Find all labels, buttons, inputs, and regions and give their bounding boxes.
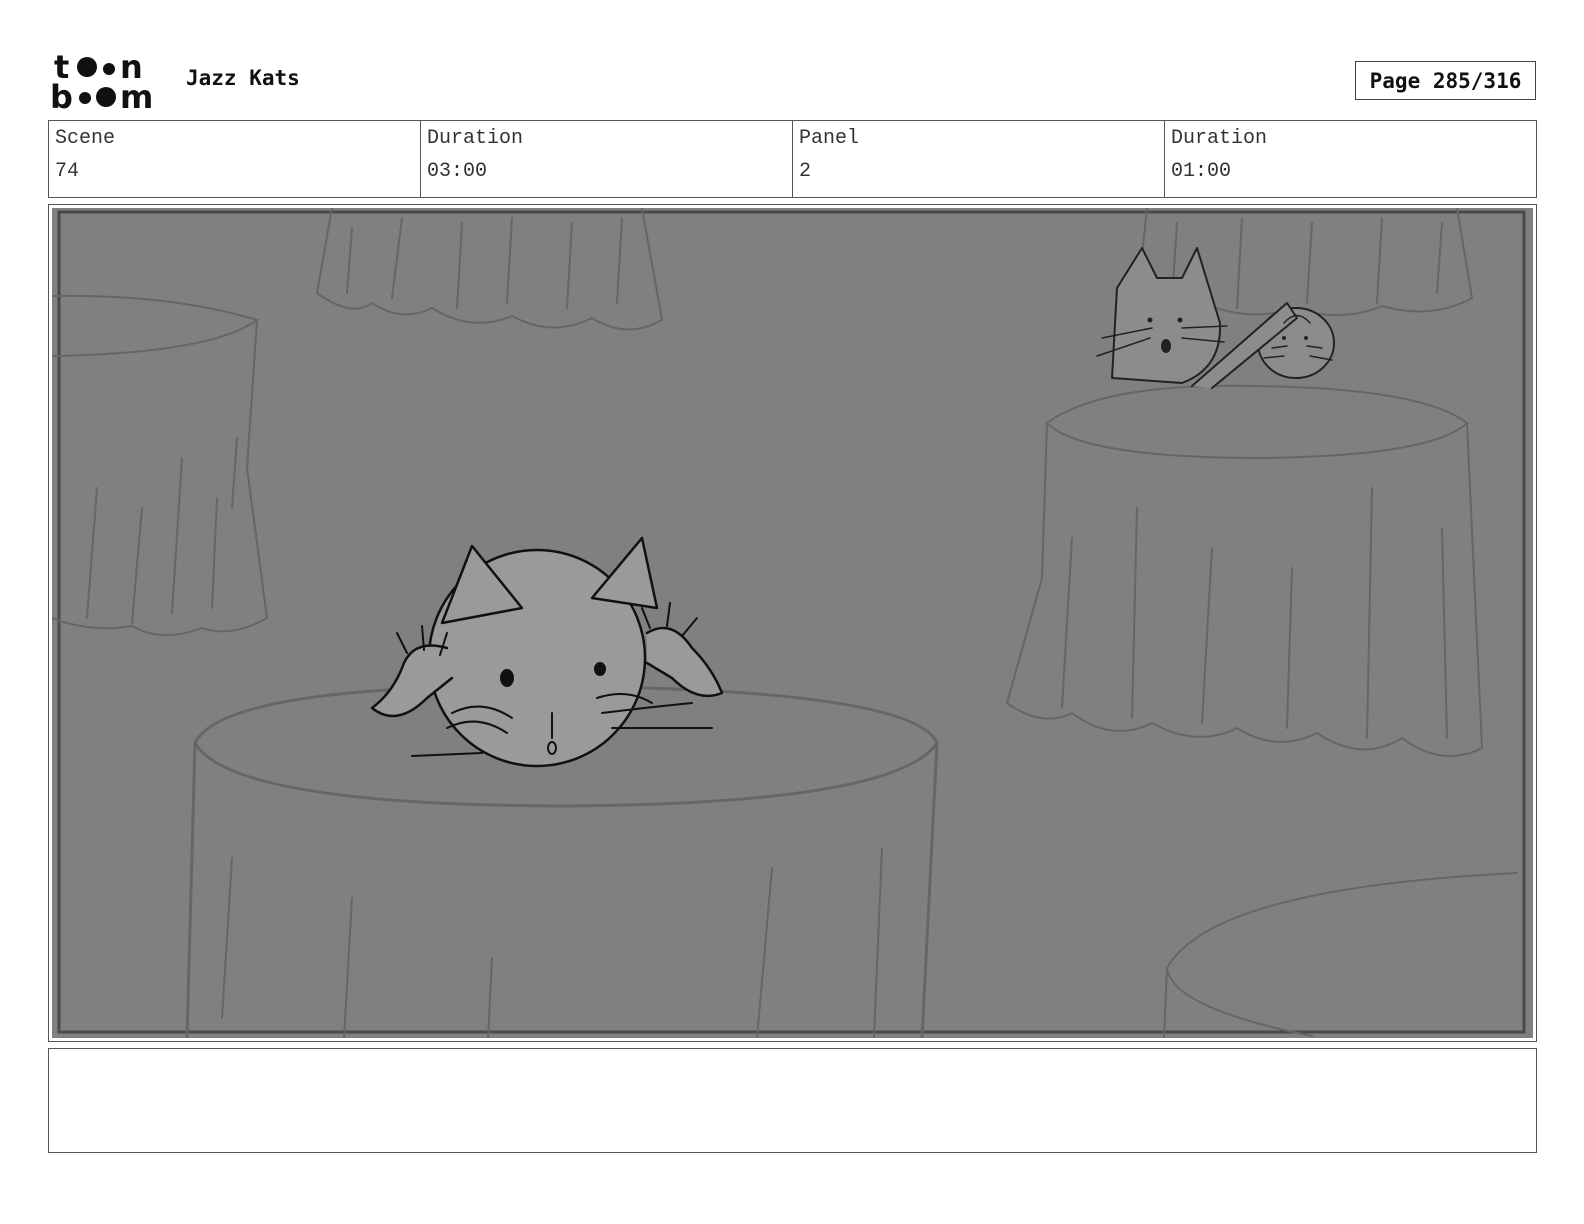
svg-text:m: m — [120, 78, 153, 112]
panel-duration-label: Duration — [1171, 127, 1268, 150]
panel-value: 2 — [799, 160, 812, 183]
scene-duration-cell: Duration 03:00 — [421, 121, 793, 197]
scene-label: Scene — [55, 127, 116, 150]
panel-duration-cell: Duration 01:00 — [1165, 121, 1536, 197]
toon-boom-logo: t n b m — [50, 50, 153, 112]
scene-duration-value: 03:00 — [427, 160, 488, 183]
scene-cell: Scene 74 — [49, 121, 421, 197]
panel-duration-value: 01:00 — [1171, 160, 1232, 183]
scene-info-table: Scene 74 Duration 03:00 Panel 2 Duration… — [48, 120, 1537, 198]
scene-duration-label: Duration — [427, 127, 524, 150]
panel-label: Panel — [799, 127, 860, 150]
storyboard-panel-frame — [48, 204, 1537, 1042]
project-title: Jazz Kats — [186, 66, 300, 90]
scene-value: 74 — [55, 160, 80, 183]
panel-cell: Panel 2 — [793, 121, 1165, 197]
svg-text:b: b — [50, 78, 73, 112]
storyboard-sketch — [52, 208, 1533, 1038]
panel-notes-box — [48, 1048, 1537, 1153]
page-number: Page 285/316 — [1355, 61, 1536, 100]
